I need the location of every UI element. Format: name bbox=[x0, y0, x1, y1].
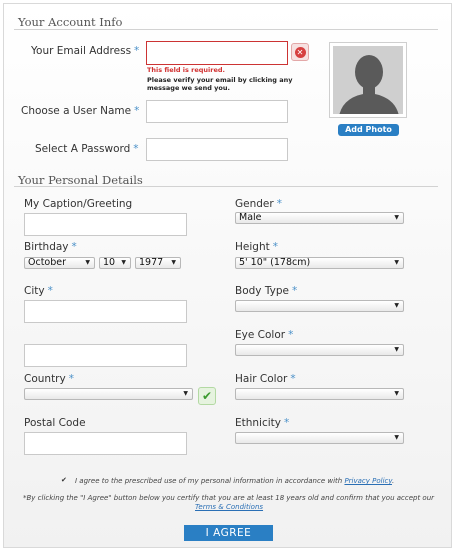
email-error-message: This field is required. bbox=[147, 66, 226, 74]
account-section-title: Your Account Info bbox=[18, 15, 123, 29]
agree-button[interactable]: I AGREE bbox=[184, 525, 273, 541]
eye-color-select[interactable]: ▼ bbox=[235, 344, 404, 356]
hair-color-label: Hair Color * bbox=[235, 373, 296, 385]
eye-color-label: Eye Color * bbox=[235, 329, 294, 341]
postal-code-label: Postal Code bbox=[24, 417, 86, 429]
privacy-policy-link[interactable]: Privacy Policy bbox=[344, 477, 392, 485]
birthday-label: Birthday * bbox=[24, 241, 77, 253]
gender-select[interactable]: Male ▼ bbox=[235, 212, 404, 224]
username-label: Choose a User Name * bbox=[21, 105, 140, 117]
birthday-month-select[interactable]: October ▼ bbox=[24, 257, 95, 269]
postal-code-field[interactable] bbox=[24, 432, 187, 455]
gender-label: Gender * bbox=[235, 198, 282, 210]
add-photo-button[interactable]: Add Photo bbox=[338, 124, 399, 136]
email-verify-note: Please verify your email by clicking any… bbox=[147, 76, 293, 92]
city-label: City * bbox=[24, 285, 53, 297]
avatar-silhouette-icon bbox=[333, 46, 403, 114]
account-divider bbox=[14, 29, 438, 30]
ethnicity-label: Ethnicity * bbox=[235, 417, 290, 429]
email-label: Your Email Address * bbox=[31, 45, 140, 57]
terms-link-line: Terms & Conditions bbox=[195, 503, 263, 511]
country-label: Country * bbox=[24, 373, 74, 385]
personal-divider bbox=[14, 186, 438, 187]
terms-conditions-link[interactable]: Terms & Conditions bbox=[195, 503, 263, 511]
birthday-year-select[interactable]: 1977 ▼ bbox=[135, 257, 181, 269]
height-label: Height * bbox=[235, 241, 278, 253]
terms-text: *By clicking the "I Agree" button below … bbox=[23, 494, 435, 502]
body-type-label: Body Type * bbox=[235, 285, 298, 297]
consent-checkbox[interactable]: ✔ bbox=[61, 477, 68, 484]
caption-label: My Caption/Greeting bbox=[24, 198, 133, 210]
error-icon: ✕ bbox=[291, 43, 309, 61]
height-select[interactable]: 5' 10" (178cm) ▼ bbox=[235, 257, 404, 269]
body-type-select[interactable]: ▼ bbox=[235, 300, 404, 312]
city-field[interactable] bbox=[24, 300, 187, 323]
password-field[interactable] bbox=[146, 138, 288, 161]
birthday-day-select[interactable]: 10 ▼ bbox=[99, 257, 131, 269]
email-field[interactable] bbox=[146, 41, 288, 65]
profile-photo-placeholder bbox=[329, 42, 407, 118]
address-field[interactable] bbox=[24, 344, 187, 367]
hair-color-select[interactable]: ▼ bbox=[235, 388, 404, 400]
consent-text: I agree to the prescribed use of my pers… bbox=[75, 477, 395, 485]
username-field[interactable] bbox=[146, 100, 288, 123]
checkmark-icon: ✔ bbox=[198, 387, 216, 405]
caption-field[interactable] bbox=[24, 213, 187, 236]
password-label: Select A Password * bbox=[35, 143, 139, 155]
country-select[interactable]: ▼ bbox=[24, 388, 193, 400]
personal-section-title: Your Personal Details bbox=[18, 173, 143, 187]
ethnicity-select[interactable]: ▼ bbox=[235, 432, 404, 444]
